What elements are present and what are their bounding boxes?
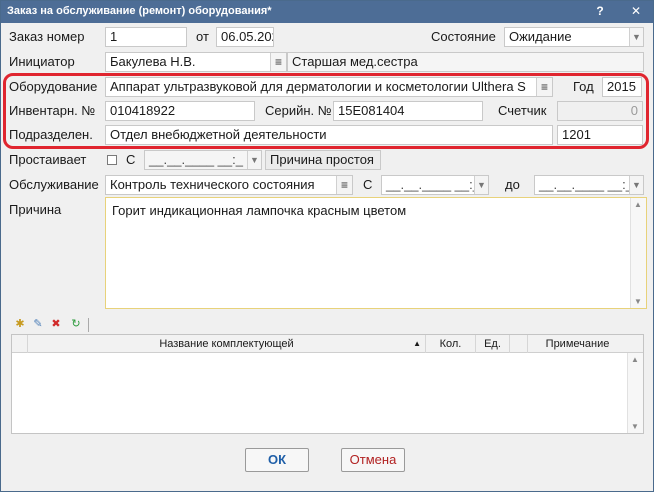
window-title: Заказ на обслуживание (ремонт) оборудова… <box>7 5 272 17</box>
service-field[interactable]: Контроль технического состояния ≡ <box>105 175 353 195</box>
service-value: Контроль технического состояния <box>110 177 315 192</box>
year-field[interactable]: 2015 <box>602 77 642 97</box>
division-label: Подразделен. <box>9 127 93 142</box>
downtime-reason-tab[interactable]: Причина простоя <box>265 150 381 170</box>
service-from-label: С <box>363 177 373 192</box>
order-number-field[interactable]: 1 <box>105 27 187 47</box>
year-label: Год <box>573 79 594 94</box>
column-header-spacer <box>510 335 528 353</box>
column-header-unit[interactable]: Ед. <box>476 335 510 353</box>
division-code-field[interactable]: 1201 <box>557 125 643 145</box>
reason-scrollbar[interactable]: ▲ ▼ <box>630 198 646 308</box>
add-item-icon[interactable]: ✱ <box>13 317 27 331</box>
refresh-icon[interactable]: ↻ <box>69 317 83 331</box>
help-button[interactable]: ? <box>591 3 609 19</box>
inventory-field[interactable]: 010418922 <box>105 101 255 121</box>
downtime-checkbox[interactable] <box>107 155 117 165</box>
state-select[interactable]: Ожидание ▼ <box>504 27 644 47</box>
scroll-down-icon[interactable]: ▼ <box>631 297 645 306</box>
grid-indicator-header <box>12 335 28 353</box>
scroll-up-icon[interactable]: ▲ <box>628 355 642 364</box>
initiator-position-field: Старшая мед.сестра <box>287 52 644 72</box>
close-button[interactable]: ✕ <box>627 3 645 19</box>
downtime-from-label: С <box>126 152 136 167</box>
initiator-field[interactable]: Бакулева Н.В. ≡ <box>105 52 287 72</box>
serial-label: Серийн. № <box>265 103 332 118</box>
ok-button[interactable]: ОК <box>245 448 309 472</box>
service-from-value: __.__.____ __:_ <box>386 177 480 192</box>
initiator-label: Инициатор <box>9 54 75 69</box>
order-number-label: Заказ номер <box>9 29 85 44</box>
column-header-qty[interactable]: Кол. <box>426 335 476 353</box>
serial-field[interactable]: 15E081404 <box>333 101 483 121</box>
equipment-field[interactable]: Аппарат ультразвуковой для дерматологии … <box>105 77 553 97</box>
column-header-name[interactable]: Название комплектующей ▲ <box>28 335 426 353</box>
chevron-down-icon[interactable]: ▼ <box>629 28 643 46</box>
order-date-label: от <box>196 29 209 44</box>
equipment-label: Оборудование <box>9 79 98 94</box>
grid-header: Название комплектующей ▲ Кол. Ед. Примеч… <box>12 335 643 353</box>
state-label: Состояние <box>431 29 496 44</box>
reason-label: Причина <box>9 202 62 217</box>
service-label: Обслуживание <box>9 177 99 192</box>
edit-item-icon[interactable]: ✎ <box>31 317 45 331</box>
scroll-down-icon[interactable]: ▼ <box>628 422 642 431</box>
delete-item-icon[interactable]: ✖ <box>49 317 63 331</box>
sort-asc-icon: ▲ <box>413 339 421 348</box>
menu-icon[interactable]: ≡ <box>336 176 352 194</box>
reason-textarea[interactable]: Горит индикационная лампочка красным цве… <box>105 197 647 309</box>
downtime-from-value: __.__.____ __:_ <box>149 152 243 167</box>
equipment-value: Аппарат ультразвуковой для дерматологии … <box>110 79 526 94</box>
inventory-label: Инвентарн. № <box>9 103 96 118</box>
toolbar-divider <box>88 318 89 332</box>
reason-text: Горит индикационная лампочка красным цве… <box>112 203 407 218</box>
title-bar: Заказ на обслуживание (ремонт) оборудова… <box>1 1 653 23</box>
service-to-label: до <box>505 177 520 192</box>
column-header-note[interactable]: Примечание <box>528 335 627 353</box>
scroll-up-icon[interactable]: ▲ <box>631 200 645 209</box>
grid-scrollbar[interactable]: ▲ ▼ <box>627 353 643 433</box>
menu-icon[interactable]: ≡ <box>536 78 552 96</box>
service-to-value: __.__.____ __:_ <box>539 177 633 192</box>
counter-field: 0 <box>557 101 643 121</box>
parts-grid[interactable]: Название комплектующей ▲ Кол. Ед. Примеч… <box>11 334 644 434</box>
menu-icon[interactable]: ≡ <box>270 53 286 71</box>
division-field[interactable]: Отдел внебюджетной деятельности <box>105 125 553 145</box>
chevron-down-icon[interactable]: ▼ <box>474 176 488 194</box>
cancel-button[interactable]: Отмена <box>341 448 405 472</box>
downtime-label: Простаивает <box>9 152 87 167</box>
order-dialog: Заказ на обслуживание (ремонт) оборудова… <box>0 0 654 492</box>
chevron-down-icon[interactable]: ▼ <box>629 176 643 194</box>
initiator-name: Бакулева Н.В. <box>110 54 196 69</box>
downtime-from-field[interactable]: __.__.____ __:_ ▼ <box>144 150 262 170</box>
counter-label: Счетчик <box>498 103 547 118</box>
state-value: Ожидание <box>509 29 572 44</box>
service-from-field[interactable]: __.__.____ __:_ ▼ <box>381 175 489 195</box>
chevron-down-icon[interactable]: ▼ <box>247 151 261 169</box>
service-to-field[interactable]: __.__.____ __:_ ▼ <box>534 175 644 195</box>
order-date-field[interactable]: 06.05.2021 <box>216 27 274 47</box>
